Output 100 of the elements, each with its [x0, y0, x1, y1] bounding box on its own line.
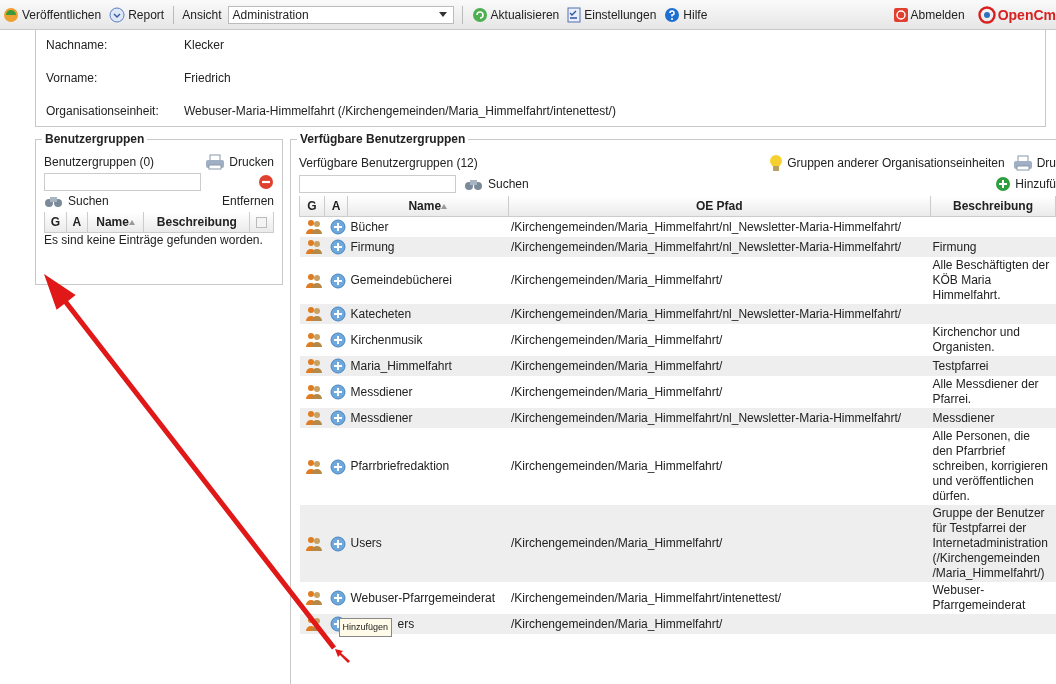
column-header[interactable]: Name: [347, 196, 508, 217]
remove-icon: [258, 174, 274, 190]
field-label: Organisationseinheit:: [46, 104, 160, 118]
people-icon: [304, 458, 323, 475]
toolbar-button[interactable]: Einstellungen: [566, 4, 658, 25]
column-header[interactable]: A: [324, 196, 348, 217]
view-label: Ansicht: [182, 7, 222, 22]
print-link[interactable]: Dru: [1012, 155, 1056, 171]
table-cell: /Kirchengemeinden/Maria_Himmelfahrt/: [508, 257, 931, 304]
field-label: Nachname:: [46, 38, 109, 52]
chevron-icon: [109, 6, 126, 23]
lightbulb-icon: [769, 154, 784, 172]
table-cell: /Kirchengemeinden/Maria_Himmelfahrt/nl_Newsletter-Maria-Himmelfahrt/: [508, 237, 931, 257]
column-header[interactable]: Name: [87, 212, 144, 233]
table-cell: /Kirchengemeinden/Maria_Himmelfahrt/intenettest/: [508, 582, 931, 614]
field-value: Webuser-Maria-Himmelfahrt (/Kirchengemeinden/Maria_Himmelfahrt/intenettest/): [184, 104, 616, 118]
table-cell: /Kirchengemeinden/Maria_Himmelfahrt/: [508, 505, 931, 582]
add-icon: [329, 306, 346, 322]
table-cell: /Kirchengemeinden/Maria_Himmelfahrt/nl_Newsletter-Maria-Himmelfahrt/: [508, 408, 931, 428]
toolbar-button[interactable]: Hilfe: [663, 4, 709, 25]
people-icon: [304, 410, 323, 426]
people-icon: [304, 332, 323, 348]
field-label: Vorname:: [46, 71, 99, 85]
add-icon: [995, 176, 1012, 192]
people-icon: [304, 239, 323, 255]
view-dropdown[interactable]: Administration: [227, 5, 454, 24]
add-icon: [329, 219, 346, 235]
section-legend: Verfügbare Benutzergruppen: [297, 132, 469, 146]
add-icon: [329, 535, 346, 552]
add-link[interactable]: Hinzufü: [995, 176, 1056, 192]
add-icon: [329, 239, 346, 255]
table-cell: Gruppe der Benutzer für Testpfarrei der Internetadministration (/Kirchengemeinden /Maria_Himmelfahrt/): [932, 506, 1048, 580]
table-cell: Alle Beschäftigten der KÖB Maria Himmelfahrt.: [932, 258, 1050, 302]
printer-icon: [205, 154, 226, 170]
people-icon: [304, 384, 323, 400]
table-cell: /Kirchengemeinden/Maria_Himmelfahrt/: [508, 356, 931, 376]
column-header[interactable]: OE Pfad: [508, 196, 931, 217]
add-icon: [329, 272, 346, 289]
tooltip: Hinzufügen: [338, 618, 393, 637]
help-icon: [664, 6, 681, 23]
table-cell: Gemeindebücherei: [347, 257, 508, 304]
sort-icon: [441, 204, 448, 210]
table-cell: Bücher: [347, 216, 508, 237]
people-icon: [304, 590, 323, 606]
table-cell: Alle Personen, die den Pfarrbrief schreiben, korrigieren und veröffentlichen dürfen.: [932, 429, 1048, 503]
table-cell: Testpfarrei: [932, 358, 989, 373]
add-icon: [329, 410, 346, 426]
column-header[interactable]: G: [299, 196, 325, 217]
column-header[interactable]: A: [66, 212, 88, 233]
logout-button[interactable]: Abmelden: [892, 5, 966, 24]
table-cell: Webuser-Pfarrgemeinderat: [932, 583, 1026, 612]
power-icon: [893, 7, 908, 22]
table-cell: /Kirchengemeinden/Maria_Himmelfahrt/: [508, 376, 931, 408]
add-icon: [329, 590, 346, 606]
column-header[interactable]: Beschreibung: [930, 196, 1056, 217]
sort-icon: [128, 220, 135, 226]
toolbar-button[interactable]: Report: [108, 4, 166, 25]
field-value: Friedrich: [184, 71, 231, 85]
print-link[interactable]: Drucken: [205, 154, 274, 170]
toolbar-button[interactable]: Veröffentlichen: [2, 4, 103, 25]
table-cell: /Kirchengemeinden/Maria_Himmelfahrt/nl_Newsletter-Maria-Himmelfahrt/: [508, 304, 931, 324]
add-icon: [329, 384, 346, 400]
people-icon: [304, 535, 323, 552]
caret-icon: [438, 12, 447, 17]
table-cell: Messdiener: [347, 376, 508, 408]
people-icon: [304, 219, 323, 235]
table-cell: Webuser-Pfarrgemeinderat: [347, 582, 508, 614]
table-cell: Pfarrbriefredaktion: [347, 428, 508, 505]
add-icon: [329, 458, 346, 475]
remove-link[interactable]: Entfernen: [221, 194, 274, 208]
logo-text: OpenCm: [997, 6, 1056, 23]
globe-icon: [3, 6, 19, 23]
column-header[interactable]: Beschreibung: [143, 212, 250, 233]
column-header[interactable]: G: [44, 212, 67, 233]
table-cell: Messdiener: [347, 408, 508, 428]
toolbar-button[interactable]: Aktualisieren: [470, 4, 561, 25]
count-label: Verfügbare Benutzergruppen (12): [299, 156, 478, 170]
other-units-link[interactable]: Gruppen anderer Organisationseinheiten: [769, 154, 1005, 172]
add-icon: [329, 332, 346, 348]
printer-icon: [1012, 155, 1033, 171]
logo-icon: [977, 5, 996, 24]
people-icon: [304, 272, 323, 289]
section-legend: Benutzergruppen: [42, 132, 148, 146]
search-field[interactable]: [44, 173, 201, 191]
table-cell: Firmung: [932, 239, 977, 254]
search-link[interactable]: Suchen: [44, 194, 109, 208]
table-cell: Messdiener: [932, 410, 995, 425]
refresh-icon: [471, 6, 488, 23]
checkbox[interactable]: [256, 217, 268, 229]
table-cell: Alle Messdiener der Pfarrei.: [932, 377, 1039, 406]
binoculars-icon: [464, 177, 484, 191]
count-label: Benutzergruppen (0): [44, 155, 155, 169]
people-icon: [304, 306, 323, 322]
table-cell: /Kirchengemeinden/Maria_Himmelfahrt/: [508, 428, 931, 505]
field-value: Klecker: [184, 38, 224, 52]
search-field[interactable]: [299, 175, 456, 193]
binoculars-icon: [44, 194, 64, 208]
search-link[interactable]: Suchen: [464, 177, 529, 191]
people-icon: [304, 358, 323, 374]
table-cell: Kirchenchor und Organisten.: [932, 325, 1020, 354]
